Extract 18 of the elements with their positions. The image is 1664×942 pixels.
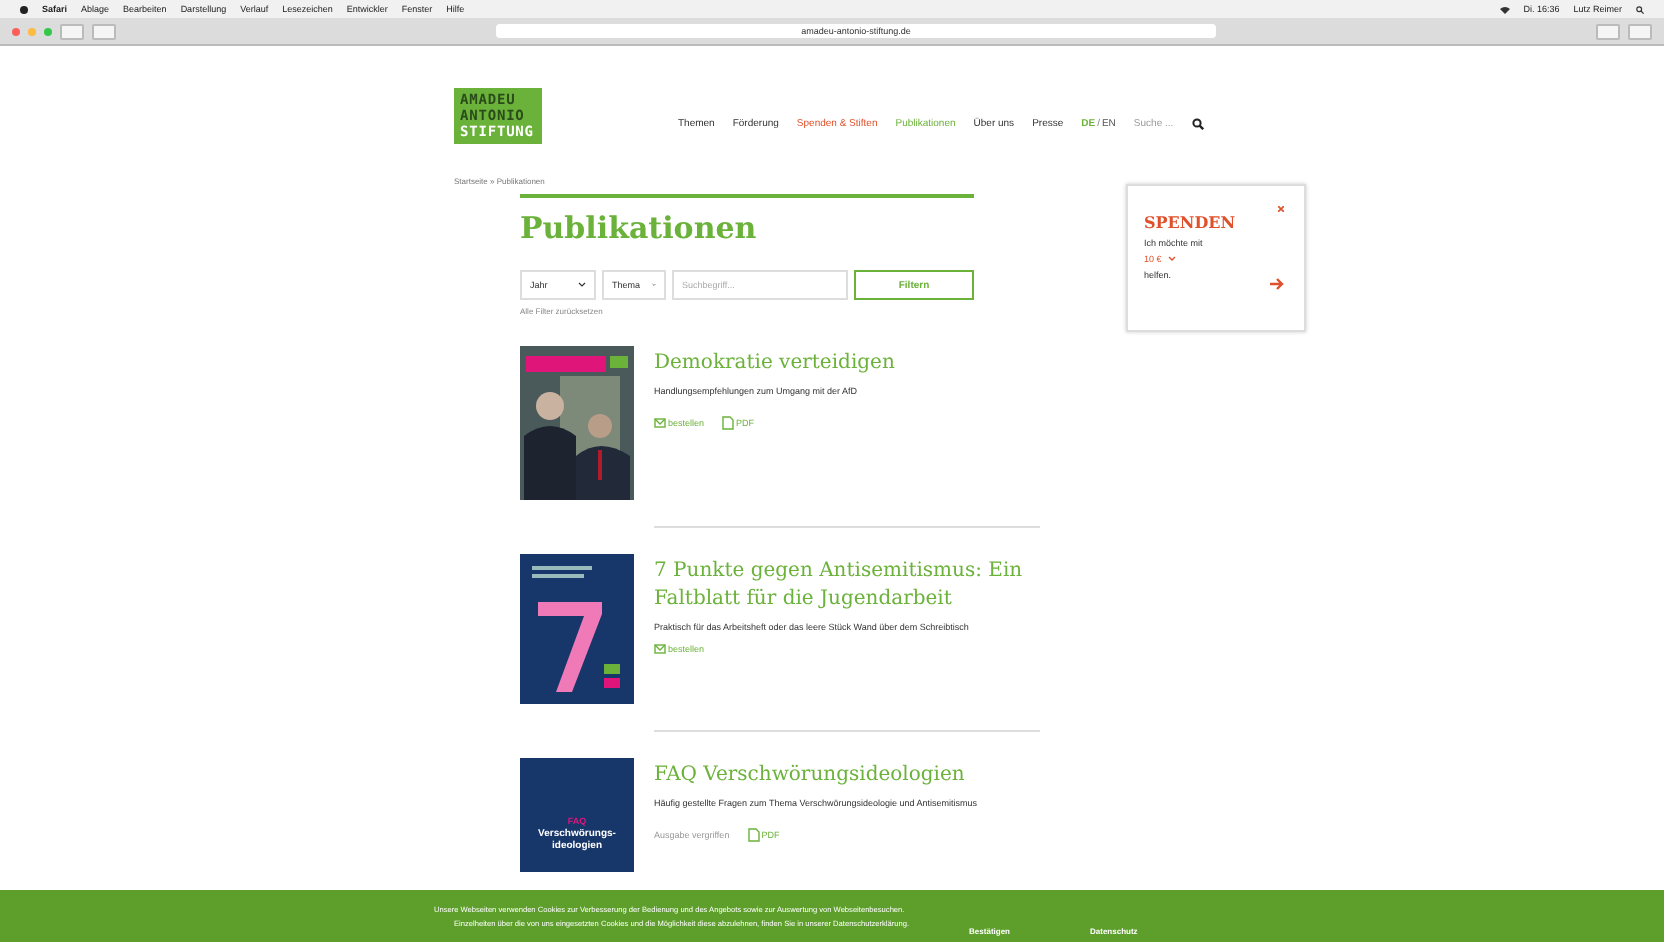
close-icon[interactable] — [1278, 206, 1284, 212]
sidebar-button[interactable] — [92, 23, 116, 39]
tabs-button[interactable] — [1628, 23, 1652, 39]
page-title: Publikationen — [520, 210, 759, 246]
document-icon — [722, 416, 735, 430]
back-button[interactable] — [60, 23, 84, 39]
zoom-button[interactable] — [44, 27, 52, 35]
document-icon — [747, 828, 760, 842]
search-icon[interactable] — [1191, 118, 1204, 130]
envelope-icon — [654, 418, 666, 428]
search-icon[interactable] — [1636, 5, 1644, 13]
minimize-button[interactable] — [28, 27, 36, 35]
envelope-icon — [654, 644, 666, 654]
arrow-icon[interactable] — [1270, 278, 1284, 290]
wifi-icon[interactable] — [1499, 5, 1510, 13]
share-button[interactable] — [1596, 23, 1620, 39]
close-button[interactable] — [12, 27, 20, 35]
donate-title: SPENDEN — [1144, 212, 1238, 232]
